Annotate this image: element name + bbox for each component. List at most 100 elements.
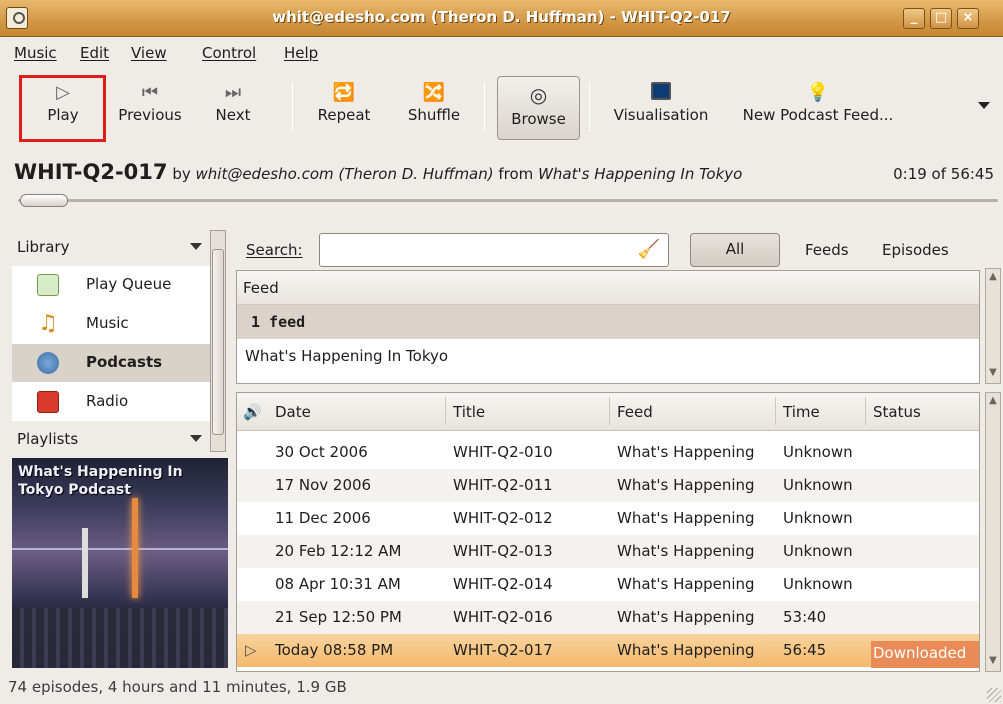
toolbar-separator [292, 82, 293, 132]
episode-row[interactable]: 11 Dec 2006 WHIT-Q2-012 What's Happening… [237, 502, 979, 535]
new-podcast-label: New Podcast Feed... [742, 106, 894, 124]
episode-date: 08 Apr 10:31 AM [275, 575, 401, 593]
shuffle-button[interactable]: 🔀 Shuffle [396, 76, 472, 140]
repeat-icon: 🔁 [332, 82, 356, 103]
menu-edit[interactable]: Edit [80, 44, 109, 62]
play-highlight [19, 75, 106, 142]
browse-button[interactable]: ◎ Browse [497, 76, 580, 140]
sidebar-item-play-queue[interactable]: Play Queue [12, 266, 210, 304]
episode-feed: What's Happening [617, 476, 755, 494]
rhythmbox-window: whit@edesho.com (Theron D. Huffman) - WH… [0, 0, 1003, 704]
cover-title: What's Happening In Tokyo Podcast [18, 464, 183, 498]
cover-tower [82, 528, 88, 598]
clear-search-icon[interactable]: 🧹 [638, 239, 660, 260]
episode-title: WHIT-Q2-011 [453, 476, 553, 494]
feed-row[interactable]: What's Happening In Tokyo [237, 339, 979, 373]
column-separator [609, 397, 610, 425]
visualisation-button[interactable]: Visualisation [604, 76, 718, 140]
episode-row-playing[interactable]: ▷ Today 08:58 PM WHIT-Q2-017 What's Happ… [237, 634, 979, 668]
feeds-header[interactable]: Feed [237, 271, 979, 305]
menu-view[interactable]: View [131, 44, 167, 62]
status-bar: 74 episodes, 4 hours and 11 minutes, 1.9… [8, 678, 347, 696]
episode-row[interactable]: 17 Nov 2006 WHIT-Q2-011 What's Happening… [237, 469, 979, 502]
episode-row[interactable]: 20 Feb 12:12 AM WHIT-Q2-013 What's Happe… [237, 535, 979, 568]
episode-date: 11 Dec 2006 [275, 509, 371, 527]
episode-row[interactable]: 21 Sep 12:50 PM WHIT-Q2-016 What's Happe… [237, 601, 979, 634]
seek-thumb[interactable] [20, 194, 68, 207]
play-queue-icon [37, 274, 59, 296]
column-separator [445, 397, 446, 425]
menu-music[interactable]: Music [14, 44, 57, 62]
maximize-button[interactable]: □ [930, 8, 952, 29]
column-time[interactable]: Time [783, 403, 820, 421]
episode-title: WHIT-Q2-016 [453, 608, 553, 626]
episode-feed: What's Happening [617, 443, 755, 461]
episode-time: Unknown [783, 443, 853, 461]
library-label: Library [17, 238, 70, 256]
cover-city [12, 608, 228, 668]
episode-time: Unknown [783, 575, 853, 593]
repeat-button[interactable]: 🔁 Repeat [306, 76, 382, 140]
filter-feeds-button[interactable]: Feeds [805, 241, 849, 259]
feeds-group-row[interactable]: 1 feed [237, 305, 979, 339]
feeds-scrollbar[interactable]: ▲ ▼ [985, 268, 1001, 384]
chevron-down-icon[interactable] [978, 102, 990, 109]
previous-button[interactable]: ⏮ Previous [108, 76, 192, 140]
episode-title: WHIT-Q2-017 [453, 641, 553, 659]
scroll-down-icon[interactable]: ▼ [987, 367, 999, 381]
artist-name: whit@edesho.com (Theron D. Huffman) [195, 165, 494, 183]
sidebar-item-radio[interactable]: Radio [12, 383, 210, 421]
previous-icon: ⏮ [141, 82, 159, 103]
column-feed[interactable]: Feed [617, 403, 653, 421]
episode-date: 20 Feb 12:12 AM [275, 542, 402, 560]
previous-label: Previous [118, 106, 182, 124]
library-dropdown[interactable]: Library [12, 230, 214, 264]
column-date[interactable]: Date [275, 403, 311, 421]
sidebar-item-podcasts[interactable]: Podcasts [12, 344, 210, 382]
episode-row[interactable]: 30 Oct 2006 WHIT-Q2-010 What's Happening… [237, 436, 979, 469]
episode-feed: What's Happening [617, 575, 755, 593]
title-bar[interactable]: whit@edesho.com (Theron D. Huffman) - WH… [0, 0, 1003, 37]
episodes-scrollbar[interactable]: ▲ ▼ [985, 392, 1001, 672]
chevron-down-icon [190, 243, 202, 250]
resize-grip[interactable] [987, 688, 1001, 702]
scroll-down-icon[interactable]: ▼ [987, 655, 999, 669]
album-name: What's Happening In Tokyo [538, 165, 743, 183]
minimize-button[interactable]: _ [903, 8, 925, 29]
disc-icon: ◎ [529, 83, 548, 107]
menu-help[interactable]: Help [284, 44, 318, 62]
column-title[interactable]: Title [453, 403, 485, 421]
scroll-up-icon[interactable]: ▲ [987, 271, 999, 285]
close-button[interactable]: × [957, 8, 979, 29]
episodes-list: 🔊 Date Title Feed Time Status 30 Oct 200… [236, 392, 980, 672]
search-label: Search: [246, 241, 303, 259]
from-label: from [498, 165, 534, 183]
next-label: Next [215, 106, 251, 124]
menu-control[interactable]: Control [202, 44, 256, 62]
episodes-header: 🔊 Date Title Feed Time Status [237, 393, 979, 431]
sidebar-item-label: Music [86, 314, 129, 332]
scrollbar-thumb[interactable] [212, 249, 224, 435]
playlists-dropdown[interactable]: Playlists [12, 422, 214, 456]
next-button[interactable]: ⏭ Next [205, 76, 261, 140]
seek-slider[interactable] [18, 194, 998, 207]
scroll-up-icon[interactable]: ▲ [987, 395, 999, 409]
filter-all-button[interactable]: All [690, 233, 780, 267]
new-podcast-feed-button[interactable]: 💡 New Podcast Feed... [728, 76, 908, 140]
episode-row[interactable]: 08 Apr 10:31 AM WHIT-Q2-014 What's Happe… [237, 568, 979, 601]
sidebar-scrollbar[interactable] [210, 230, 226, 452]
status-badge: Downloaded [871, 641, 979, 668]
song-title: WHIT-Q2-017 [14, 160, 168, 184]
episode-date: 30 Oct 2006 [275, 443, 368, 461]
sidebar-item-label: Podcasts [86, 353, 163, 371]
seek-track [18, 199, 998, 202]
lightbulb-icon: 💡 [806, 82, 830, 103]
filter-episodes-button[interactable]: Episodes [882, 241, 949, 259]
episode-title: WHIT-Q2-012 [453, 509, 553, 527]
search-input[interactable]: 🧹 [319, 233, 669, 267]
sidebar-item-label: Play Queue [86, 275, 172, 293]
cover-tokyo-tower [132, 498, 138, 598]
feeds-list: Feed 1 feed What's Happening In Tokyo [236, 270, 980, 384]
column-status[interactable]: Status [873, 403, 921, 421]
sidebar-item-music[interactable]: ♫ Music [12, 305, 210, 343]
